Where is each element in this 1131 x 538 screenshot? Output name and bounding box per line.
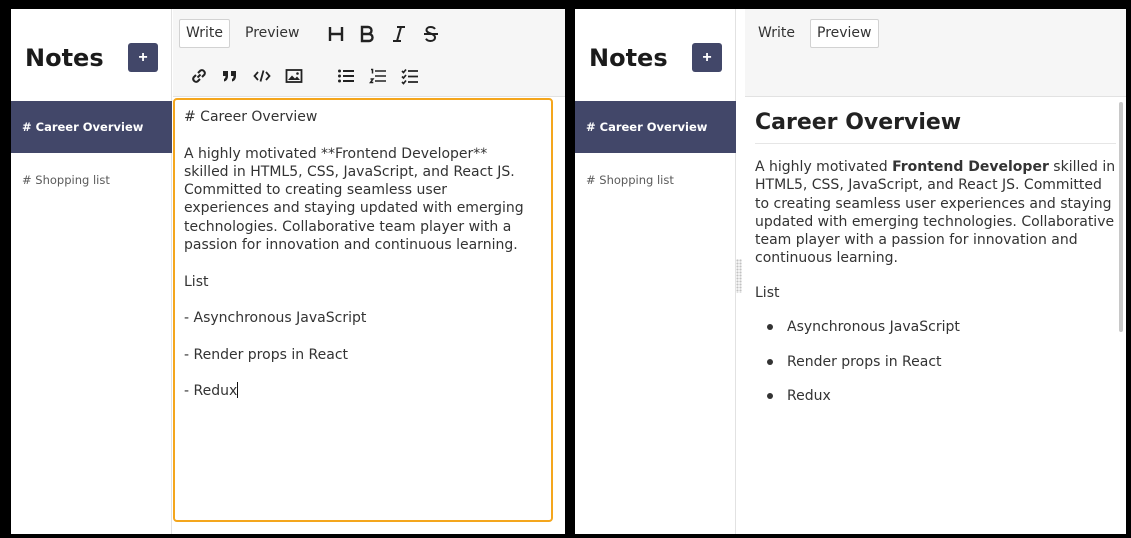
strikethrough-icon[interactable] <box>420 23 442 45</box>
list-item: Asynchronous JavaScript <box>767 318 1116 336</box>
markdown-textarea[interactable]: # Career Overview A highly motivated **F… <box>173 98 553 522</box>
sidebar-header: Notes + <box>589 43 736 73</box>
list-item: Redux <box>767 387 1116 405</box>
editor-text: # Career Overview A highly motivated **F… <box>184 109 524 400</box>
preview-scrollbar[interactable] <box>1119 102 1123 332</box>
editor-area: Write Preview Career Overview A highly m… <box>745 9 1126 534</box>
heading-icon[interactable] <box>325 23 347 45</box>
notes-sidebar: Notes + # Career Overview # Shopping lis… <box>575 9 736 534</box>
preview-paragraph: A highly motivated Frontend Developer sk… <box>755 158 1116 268</box>
code-icon[interactable] <box>251 65 273 87</box>
preview-list: Asynchronous JavaScript Render props in … <box>755 318 1116 405</box>
editor-toolbar: Write Preview <box>173 9 565 97</box>
paragraph-text-end: skilled in HTML5, CSS, JavaScript, and R… <box>755 159 1116 267</box>
preview-list-title: List <box>755 284 780 301</box>
notes-sidebar: Notes + # Career Overview # Shopping lis… <box>11 9 172 534</box>
preview-mode-panel: Notes + # Career Overview # Shopping lis… <box>575 9 1126 534</box>
add-note-button[interactable]: + <box>692 43 722 72</box>
markdown-preview: Career Overview A highly motivated Front… <box>745 98 1126 534</box>
tab-preview[interactable]: Preview <box>238 19 307 48</box>
write-mode-panel: Notes + # Career Overview # Shopping lis… <box>11 9 565 534</box>
paragraph-text-start: A highly motivated <box>755 159 893 175</box>
unordered-list-icon[interactable] <box>335 65 357 87</box>
italic-icon[interactable] <box>388 23 410 45</box>
paragraph-bold-text: Frontend Developer <box>892 159 1049 175</box>
list-item: Render props in React <box>767 353 1116 371</box>
checklist-icon[interactable] <box>399 65 421 87</box>
preview-heading: Career Overview <box>755 110 1116 144</box>
text-caret <box>237 382 239 399</box>
editor-toolbar: Write Preview <box>745 9 1126 97</box>
add-note-button[interactable]: + <box>128 43 158 72</box>
tab-preview[interactable]: Preview <box>810 19 879 48</box>
notes-title: Notes <box>25 44 104 72</box>
note-item-shopping-list[interactable]: # Shopping list <box>575 154 736 206</box>
image-icon[interactable] <box>283 65 305 87</box>
editor-area: Write Preview # Career Overview A highly… <box>173 9 565 534</box>
bold-icon[interactable] <box>356 23 378 45</box>
resize-handle[interactable] <box>736 259 742 293</box>
quote-icon[interactable] <box>219 65 241 87</box>
tab-write[interactable]: Write <box>751 19 802 48</box>
note-item-career-overview[interactable]: # Career Overview <box>575 101 736 153</box>
note-item-shopping-list[interactable]: # Shopping list <box>11 154 172 206</box>
notes-title: Notes <box>589 44 668 72</box>
link-icon[interactable] <box>188 65 210 87</box>
tab-write[interactable]: Write <box>179 19 230 48</box>
note-item-career-overview[interactable]: # Career Overview <box>11 101 172 153</box>
ordered-list-icon[interactable] <box>367 65 389 87</box>
sidebar-header: Notes + <box>25 43 172 73</box>
